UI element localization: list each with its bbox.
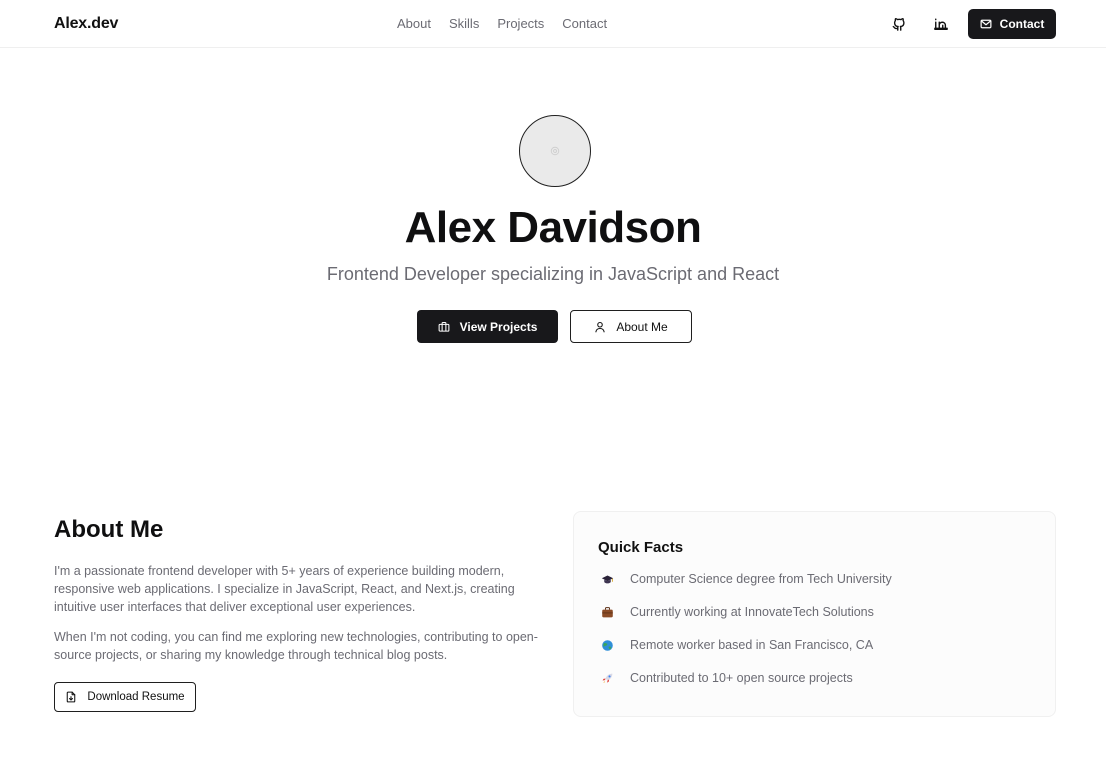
github-icon[interactable]: [890, 15, 908, 33]
nav-link-projects[interactable]: Projects: [497, 16, 544, 31]
quick-facts-card: Quick Facts Computer Science degree from…: [573, 511, 1056, 717]
nav-link-about[interactable]: About: [397, 16, 431, 31]
rocket-icon: [598, 669, 616, 687]
nav-link-contact[interactable]: Contact: [562, 16, 607, 31]
hero-subtitle: Frontend Developer specializing in JavaS…: [326, 264, 780, 284]
about-me-label: About Me: [616, 319, 668, 334]
contact-button-label: Contact: [999, 17, 1045, 31]
avatar-placeholder-icon: [550, 146, 560, 156]
download-resume-button[interactable]: Download Resume: [54, 682, 196, 712]
mail-icon: [980, 19, 992, 29]
site-header: Alex.dev About Skills Projects Contact C…: [0, 0, 1106, 48]
about-paragraph-2: When I'm not coding, you can find me exp…: [54, 630, 538, 662]
user-icon: [595, 321, 605, 332]
quick-fact-text: Contributed to 10+ open source projects: [630, 671, 853, 685]
briefcase-icon: [598, 603, 616, 621]
site-logo[interactable]: Alex.dev: [54, 15, 118, 33]
quick-fact-text: Currently working at InnovateTech Soluti…: [630, 605, 874, 619]
quick-fact-item: Contributed to 10+ open source projects: [598, 669, 853, 687]
download-resume-label: Download Resume: [87, 691, 185, 703]
about-paragraph-1: I'm a passionate frontend developer with…: [54, 564, 515, 614]
avatar: [519, 115, 591, 187]
graduation-cap-icon: [598, 570, 616, 588]
globe-icon: [598, 636, 616, 654]
quick-fact-text: Remote worker based in San Francisco, CA: [630, 638, 874, 652]
about-heading: About Me: [54, 516, 164, 543]
file-download-icon: [67, 691, 76, 703]
about-me-button[interactable]: About Me: [570, 310, 692, 343]
hero-name: Alex Davidson: [404, 203, 702, 252]
nav-link-skills[interactable]: Skills: [449, 16, 479, 31]
quick-fact-item: Remote worker based in San Francisco, CA: [598, 636, 873, 654]
linkedin-icon[interactable]: [932, 15, 950, 33]
main-nav: About Skills Projects Contact: [397, 16, 607, 31]
view-projects-label: View Projects: [459, 319, 538, 334]
briefcase-icon: [438, 321, 449, 332]
view-projects-button[interactable]: View Projects: [417, 310, 558, 343]
quick-fact-text: Computer Science degree from Tech Univer…: [630, 572, 892, 586]
quick-fact-item: Computer Science degree from Tech Univer…: [598, 570, 892, 588]
quick-facts-title: Quick Facts: [598, 539, 684, 556]
quick-fact-item: Currently working at InnovateTech Soluti…: [598, 603, 874, 621]
contact-button[interactable]: Contact: [968, 9, 1056, 39]
